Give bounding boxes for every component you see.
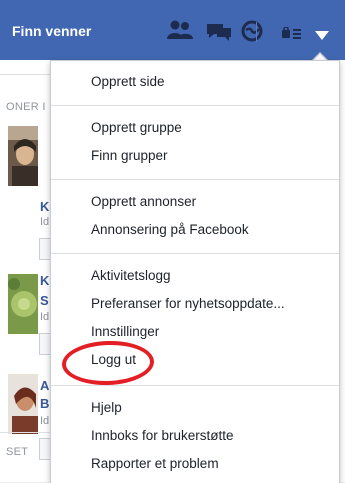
person-name-fragment[interactable]: S (40, 293, 49, 308)
person-name-fragment[interactable]: A (40, 378, 49, 393)
topbar-divider (256, 22, 257, 42)
menu-separator (51, 105, 339, 106)
section-heading: ONER I (6, 101, 46, 113)
person-meta-fragment: Id (40, 415, 50, 427)
person-meta-fragment: Id (40, 311, 50, 323)
person-thumbnail[interactable] (8, 126, 38, 186)
menu-item-create-group[interactable]: Opprett gruppe (91, 120, 182, 135)
person-name-fragment[interactable]: K (40, 273, 49, 288)
menu-item-news-feed-preferences[interactable]: Preferanser for nyhetsoppdate... (91, 296, 285, 311)
menu-separator (51, 253, 339, 254)
menu-item-settings[interactable]: Innstillinger (91, 324, 159, 339)
menu-separator (51, 179, 339, 180)
menu-item-create-ads[interactable]: Opprett annonser (91, 194, 196, 209)
menu-item-create-page[interactable]: Opprett side (91, 74, 165, 89)
top-navigation-bar: Finn venner (0, 0, 345, 60)
menu-item-support-inbox[interactable]: Innboks for brukerstøtte (91, 428, 234, 443)
menu-item-help[interactable]: Hjelp (91, 400, 122, 415)
menu-separator (51, 385, 339, 386)
section-heading: SET (6, 446, 29, 458)
menu-item-report-problem[interactable]: Rapporter et problem (91, 456, 219, 471)
person-name-fragment[interactable]: K (40, 199, 49, 214)
notifications-icon[interactable] (241, 20, 263, 47)
find-friends-link[interactable]: Finn venner (12, 23, 91, 39)
account-dropdown-menu: Opprett side Opprett gruppe Finn grupper… (50, 60, 340, 483)
person-thumbnail[interactable] (8, 274, 38, 334)
messages-icon[interactable] (205, 20, 233, 47)
privacy-shortcuts-icon[interactable] (282, 26, 302, 44)
account-menu-caret-icon[interactable] (315, 28, 329, 46)
person-name-fragment[interactable]: B (40, 396, 49, 411)
menu-item-activity-log[interactable]: Aktivitetslogg (91, 268, 171, 283)
friends-icon[interactable] (165, 20, 195, 45)
menu-item-advertising[interactable]: Annonsering på Facebook (91, 222, 249, 237)
menu-item-find-groups[interactable]: Finn grupper (91, 148, 168, 163)
person-meta-fragment: Id (40, 216, 50, 228)
person-thumbnail[interactable] (8, 374, 38, 434)
